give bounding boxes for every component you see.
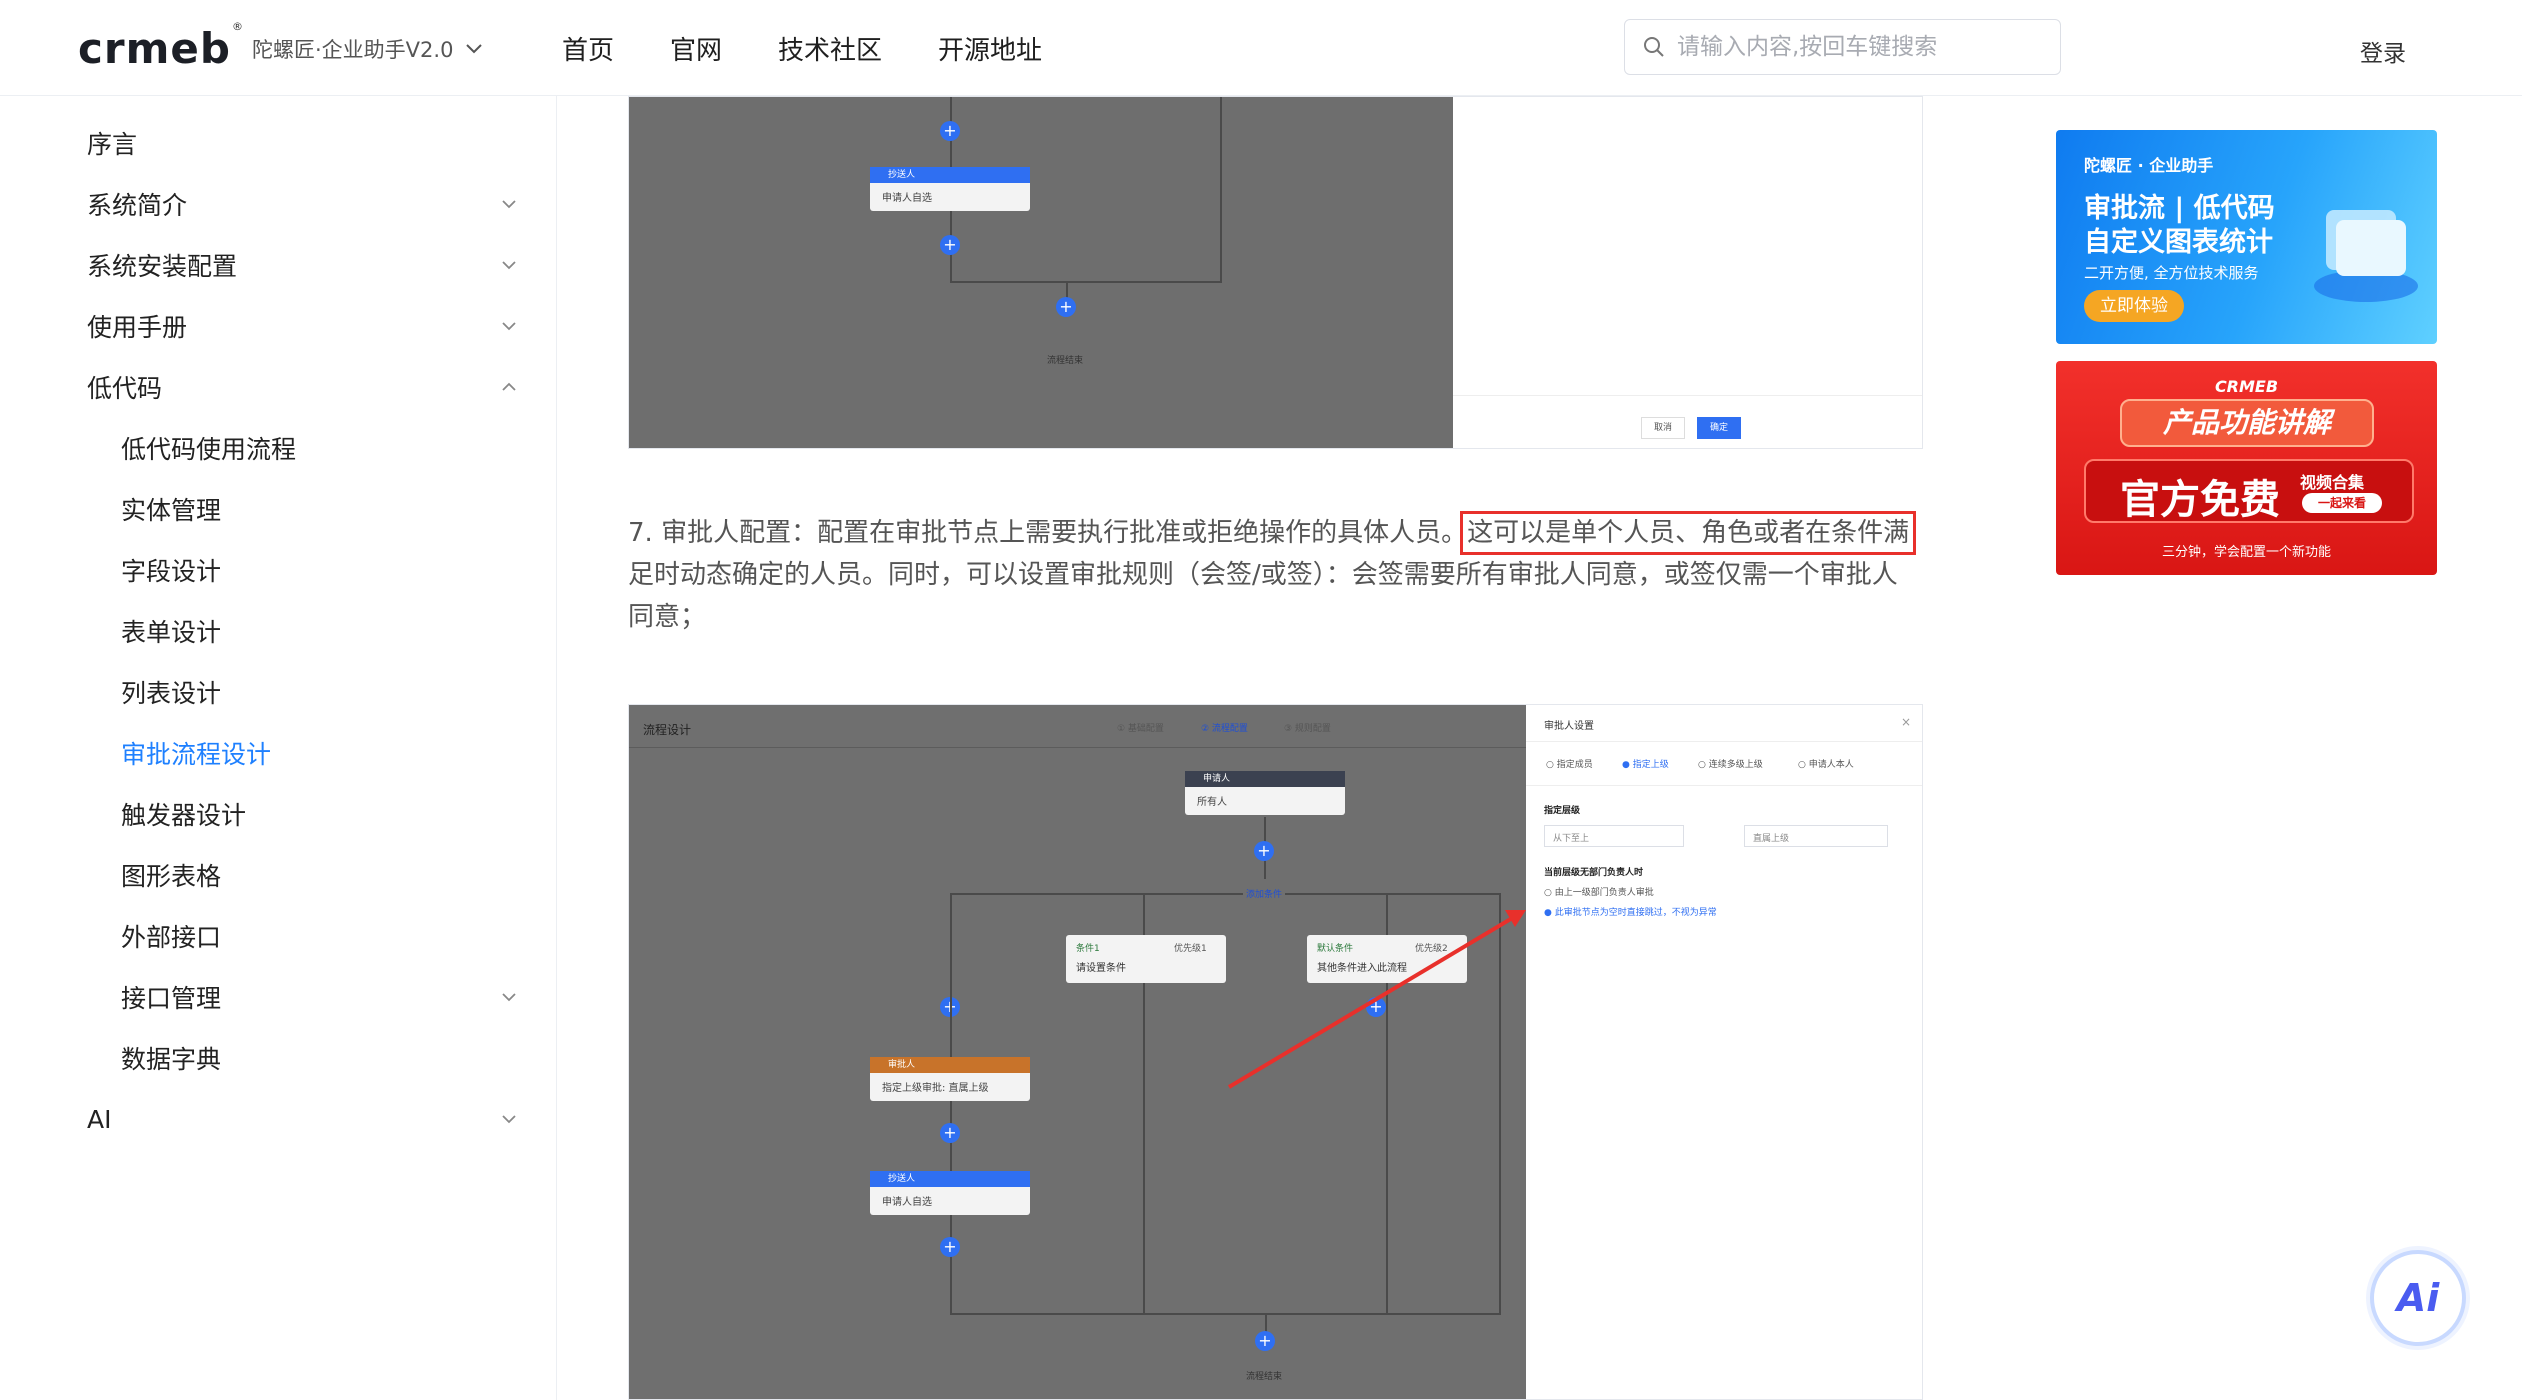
logo-text: crmeb [78, 23, 231, 73]
dimmed-flow-canvas: + 抄送人 申请人自选 + + 流程结束 [629, 97, 1453, 448]
sidebar-item-lowcode-flow[interactable]: 低代码使用流程 [121, 428, 296, 468]
cc-node[interactable]: 抄送人 申请人自选 [870, 167, 1030, 211]
chevron-up-icon[interactable] [500, 378, 518, 396]
sidebar-item-lowcode[interactable]: 低代码 [87, 367, 162, 407]
option-specified-superior[interactable]: ● 指定上级 [1622, 757, 1669, 770]
chevron-down-icon[interactable] [500, 1110, 518, 1128]
ad1-sub: 二开方便, 全方位技术服务 [2084, 264, 2259, 282]
chevron-down-icon[interactable] [500, 317, 518, 335]
article-content: + 抄送人 申请人自选 + + 流程结束 取消 确定 7. 审批人配置：配置在审… [628, 96, 1923, 1400]
ad2-brand: CRMEB [2214, 377, 2279, 396]
radio-label: 由上一级部门负责人审批 [1554, 888, 1654, 898]
sidebar-item-intro[interactable]: 系统简介 [87, 184, 187, 224]
sidebar-item-dictionary[interactable]: 数据字典 [121, 1038, 221, 1078]
panel-title: 审批人设置 [1544, 721, 1594, 732]
sidebar-item-list[interactable]: 列表设计 [121, 672, 221, 712]
radio-label: 此审批节点为空时直接跳过，不视为异常 [1554, 908, 1717, 918]
add-node-icon[interactable]: + [1056, 297, 1076, 317]
screenshot-flow-cc: + 抄送人 申请人自选 + + 流程结束 取消 确定 [628, 96, 1923, 449]
option-label: 指定上级 [1632, 760, 1669, 770]
nav-home[interactable]: 首页 [562, 30, 614, 67]
chevron-down-icon[interactable] [500, 988, 518, 1006]
ad-banner-video[interactable]: CRMEB 产品功能讲解 官方免费 视频合集 一起来看 三分钟，学会配置一个新功… [2056, 361, 2437, 575]
ad2-title: 产品功能讲解 [2120, 399, 2374, 447]
ad1-cta-button[interactable]: 立即体验 [2084, 290, 2184, 322]
nav-community[interactable]: 技术社区 [778, 30, 882, 67]
sidebar-item-trigger[interactable]: 触发器设计 [121, 794, 246, 834]
radio-skip-empty[interactable]: ● 此审批节点为空时直接跳过，不视为异常 [1544, 905, 1717, 918]
level-label: 指定层级 [1544, 806, 1581, 816]
sidebar-item-chart[interactable]: 图形表格 [121, 855, 221, 895]
ad-banner-lowcode[interactable]: 陀螺匠 · 企业助手 审批流 | 低代码 自定义图表统计 二开方便, 全方位技术… [2056, 130, 2437, 344]
screenshot-approver-config: 流程设计 ① 基础配置 ② 流程配置 ③ 规则配置 申请人 所有人 + 添加条件… [628, 704, 1923, 1400]
sidebar-item-ai[interactable]: AI [87, 1099, 111, 1139]
flow-end-label: 流程结束 [1047, 356, 1084, 366]
radio-upper-dept[interactable]: ○ 由上一级部门负责人审批 [1544, 885, 1654, 898]
ad2-footer: 三分钟，学会配置一个新功能 [2161, 545, 2331, 560]
registered-mark: ® [231, 20, 243, 33]
ai-icon: Ai [2396, 1276, 2440, 1320]
sidebar-item-form[interactable]: 表单设计 [121, 611, 221, 651]
ad2-tag1: 视频合集 [2300, 473, 2365, 492]
ad2-big: 官方免费 [2120, 477, 2280, 523]
nav-open-source[interactable]: 开源地址 [938, 30, 1042, 67]
sidebar-item-api-manage[interactable]: 接口管理 [121, 977, 221, 1017]
option-label: 连续多级上级 [1708, 760, 1763, 770]
product-selector[interactable]: 陀螺匠·企业助手V2.0 [252, 34, 483, 64]
level-select[interactable]: 直属上级 [1744, 825, 1888, 847]
chevron-down-icon [466, 44, 483, 54]
add-node-icon[interactable]: + [940, 121, 960, 141]
ad1-line2: 自定义图表统计 [2084, 227, 2273, 258]
login-link[interactable]: 登录 [2360, 34, 2406, 68]
annotation-arrow [1227, 910, 1526, 1089]
level-direction-select[interactable]: 从下至上 [1544, 825, 1684, 847]
chevron-down-icon[interactable] [500, 256, 518, 274]
nav-official-site[interactable]: 官网 [670, 30, 722, 67]
cancel-button[interactable]: 取消 [1641, 417, 1685, 439]
sidebar-item-manual[interactable]: 使用手册 [87, 306, 187, 346]
main-nav: 首页 官网 技术社区 开源地址 [562, 30, 1042, 67]
para-highlight: 这可以是单个人员、角色或者在条件满 [1460, 511, 1917, 555]
search-icon [1644, 37, 1664, 57]
cc-node-header: 抄送人 [870, 167, 1030, 183]
approver-settings-panel: 审批人设置 × ○ 指定成员 ● 指定上级 ○ 连续多级上级 ○ 申请人本人 指… [1526, 705, 1922, 1399]
para-prefix: 7. 审批人配置：配置在审批节点上需要执行批准或拒绝操作的具体人员。 [628, 518, 1468, 548]
chevron-down-icon[interactable] [500, 195, 518, 213]
option-label: 指定成员 [1556, 760, 1593, 770]
docs-sidebar: 序言 系统简介 系统安装配置 使用手册 低代码 低代码使用流程 实体管理 字段设… [52, 96, 557, 1400]
sidebar-item-preface[interactable]: 序言 [87, 123, 137, 163]
option-label: 申请人本人 [1808, 760, 1854, 770]
crmeb-logo[interactable]: crmeb ® [78, 20, 243, 73]
sidebar-item-install[interactable]: 系统安装配置 [87, 245, 237, 285]
sidebar-item-field[interactable]: 字段设计 [121, 550, 221, 590]
close-icon[interactable]: × [1901, 715, 1911, 729]
product-name: 陀螺匠·企业助手V2.0 [252, 38, 454, 62]
add-node-icon[interactable]: + [940, 235, 960, 255]
sidebar-item-approval[interactable]: 审批流程设计 [121, 733, 271, 773]
search-box[interactable] [1624, 19, 2061, 75]
ad1-brand: 陀螺匠 · 企业助手 [2084, 156, 2214, 175]
para-rest: 足时动态确定的人员。同时，可以设置审批规则（会签/或签）：会签需要所有审批人同意… [628, 560, 1898, 632]
no-leader-label: 当前层级无部门负责人时 [1544, 868, 1644, 878]
ai-assistant-button[interactable]: Ai [2370, 1250, 2466, 1346]
folder-illustration-icon [2314, 210, 2418, 302]
option-applicant-self[interactable]: ○ 申请人本人 [1798, 757, 1854, 770]
step-7-paragraph: 7. 审批人配置：配置在审批节点上需要执行批准或拒绝操作的具体人员。这可以是单个… [628, 511, 1923, 638]
option-specified-member[interactable]: ○ 指定成员 [1546, 757, 1593, 770]
search-input[interactable] [1677, 34, 2037, 60]
top-navbar: crmeb ® 陀螺匠·企业助手V2.0 首页 官网 技术社区 开源地址 登录 [0, 0, 2522, 96]
confirm-button[interactable]: 确定 [1697, 417, 1741, 439]
sidebar-item-entity[interactable]: 实体管理 [121, 489, 221, 529]
ad2-tag2: 一起来看 [2302, 493, 2382, 513]
side-panel: 取消 确定 [1453, 97, 1922, 448]
cc-node-body: 申请人自选 [882, 193, 932, 204]
sidebar-item-external-api[interactable]: 外部接口 [121, 916, 221, 956]
option-multi-level[interactable]: ○ 连续多级上级 [1698, 757, 1763, 770]
